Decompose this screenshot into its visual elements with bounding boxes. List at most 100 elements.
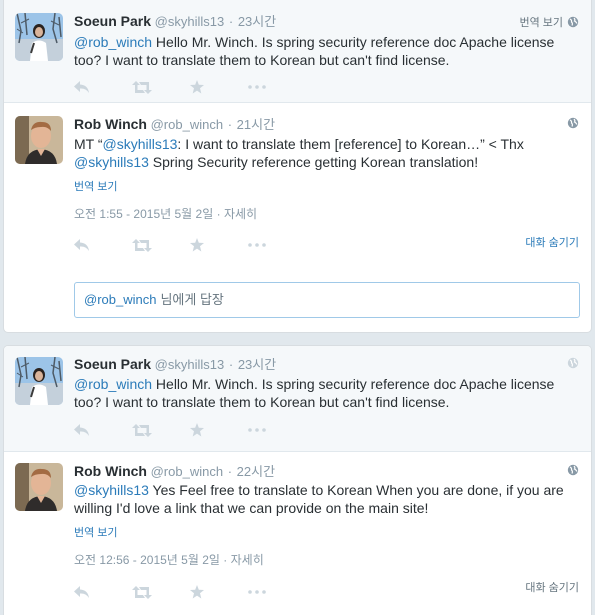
- timestamp-link[interactable]: 21시간: [237, 117, 275, 132]
- conversation-card-2: Soeun Park @skyhills13 · 23시간 @rob_winch…: [3, 345, 592, 615]
- mention-link[interactable]: @rob_winch: [74, 376, 152, 392]
- avatar-rob-winch[interactable]: [15, 116, 63, 164]
- username[interactable]: @rob_winch: [151, 117, 223, 132]
- tweet-body: MT “: [74, 136, 103, 152]
- translate-tweet-link[interactable]: 번역 보기: [74, 524, 118, 540]
- tweet-header: Soeun Park @skyhills13 · 23시간: [74, 13, 276, 30]
- tweet-body: Spring Security reference getting Korean…: [148, 154, 479, 170]
- tweet-top-right: [567, 117, 579, 129]
- favorite-icon: [190, 238, 204, 252]
- more-icon: [248, 85, 266, 89]
- reply-mention: @rob_winch: [84, 292, 157, 307]
- tweet-soeun-park-2[interactable]: Soeun Park @skyhills13 · 23시간 @rob_winch…: [4, 346, 591, 451]
- tweet-actions: [74, 422, 306, 438]
- favorite-button[interactable]: [190, 584, 248, 600]
- more-icon: [248, 428, 266, 432]
- favorite-button[interactable]: [190, 237, 248, 253]
- favorite-icon: [190, 80, 204, 94]
- mention-link[interactable]: @skyhills13: [74, 482, 149, 498]
- retweet-icon: [132, 585, 152, 599]
- reply-button[interactable]: [74, 584, 132, 600]
- tweet-metadata: 오전 12:56 - 2015년 5월 2일 · 자세히: [74, 551, 264, 568]
- tweet-actions: [74, 584, 306, 600]
- collapse-conversation-link[interactable]: 대화 숨기기: [525, 579, 579, 595]
- tweet-actions: [74, 79, 306, 95]
- retweet-icon: [132, 80, 152, 94]
- more-button[interactable]: [248, 584, 306, 600]
- tweet-text: MT “@skyhills13: I want to translate the…: [74, 135, 574, 171]
- tweet-actions: [74, 237, 306, 253]
- username[interactable]: @skyhills13: [155, 14, 225, 29]
- separator-dot: ·: [216, 207, 224, 221]
- tweet-metadata: 오전 1:55 - 2015년 5월 2일 · 자세히: [74, 205, 257, 222]
- more-icon: [248, 590, 266, 594]
- reply-placeholder: 님에게 답장: [160, 292, 224, 307]
- tweet-soeun-park-1[interactable]: Soeun Park @skyhills13 · 23시간 번역 보기 @rob…: [4, 0, 591, 102]
- username[interactable]: @skyhills13: [155, 357, 225, 372]
- separator-dot: ·: [227, 464, 233, 479]
- mention-link[interactable]: @rob_winch: [74, 34, 152, 50]
- tweet-rob-winch-1[interactable]: Rob Winch @rob_winch · 21시간 MT “@skyhill…: [4, 102, 591, 332]
- reply-icon: [74, 585, 89, 598]
- full-timestamp[interactable]: 오전 1:55 - 2015년 5월 2일: [74, 207, 213, 221]
- timestamp-link[interactable]: 22시간: [237, 464, 275, 479]
- retweet-icon: [132, 423, 152, 437]
- reply-button[interactable]: [74, 79, 132, 95]
- mention-link[interactable]: @skyhills13: [74, 154, 149, 170]
- tweet-header: Soeun Park @skyhills13 · 23시간: [74, 356, 276, 373]
- tweet-text: @rob_winch Hello Mr. Winch. Is spring se…: [74, 375, 574, 411]
- tweet-text: @skyhills13 Yes Feel free to translate t…: [74, 481, 574, 517]
- avatar-rob-winch[interactable]: [15, 463, 63, 511]
- translate-tweet-link[interactable]: 번역 보기: [519, 14, 563, 30]
- conversation-card-1: Soeun Park @skyhills13 · 23시간 번역 보기 @rob…: [3, 0, 592, 333]
- separator-dot: ·: [228, 14, 234, 29]
- full-timestamp[interactable]: 오전 12:56 - 2015년 5월 2일: [74, 553, 220, 567]
- retweet-button[interactable]: [132, 422, 190, 438]
- fullname[interactable]: Soeun Park: [74, 356, 151, 372]
- retweet-button[interactable]: [132, 237, 190, 253]
- reply-button[interactable]: [74, 422, 132, 438]
- tweet-top-right: [567, 357, 579, 369]
- fullname[interactable]: Soeun Park: [74, 13, 151, 29]
- fullname[interactable]: Rob Winch: [74, 463, 147, 479]
- separator-dot: ·: [228, 357, 234, 372]
- retweet-icon: [132, 238, 152, 252]
- details-link[interactable]: 자세히: [231, 553, 264, 567]
- reply-input[interactable]: @rob_winch 님에게 답장: [74, 282, 580, 318]
- globe-icon: [567, 357, 579, 369]
- tweet-rob-winch-2[interactable]: Rob Winch @rob_winch · 22시간 @skyhills13 …: [4, 451, 591, 615]
- reply-icon: [74, 80, 89, 93]
- separator-dot: ·: [223, 553, 231, 567]
- separator-dot: ·: [227, 117, 233, 132]
- more-button[interactable]: [248, 422, 306, 438]
- reply-button[interactable]: [74, 237, 132, 253]
- more-button[interactable]: [248, 237, 306, 253]
- favorite-icon: [190, 423, 204, 437]
- timestamp-link[interactable]: 23시간: [238, 14, 276, 29]
- reply-icon: [74, 423, 89, 436]
- avatar-soeun-park[interactable]: [15, 357, 63, 405]
- globe-icon: [567, 117, 579, 129]
- collapse-conversation-link[interactable]: 대화 숨기기: [525, 234, 579, 250]
- tweet-header: Rob Winch @rob_winch · 21시간: [74, 116, 275, 133]
- tweet-top-right: 번역 보기: [519, 14, 579, 30]
- fullname[interactable]: Rob Winch: [74, 116, 147, 132]
- retweet-button[interactable]: [132, 79, 190, 95]
- retweet-button[interactable]: [132, 584, 190, 600]
- username[interactable]: @rob_winch: [151, 464, 223, 479]
- details-link[interactable]: 자세히: [224, 207, 257, 221]
- tweet-top-right: [567, 464, 579, 476]
- avatar-soeun-park[interactable]: [15, 13, 63, 61]
- tweet-text: @rob_winch Hello Mr. Winch. Is spring se…: [74, 33, 574, 69]
- timestamp-link[interactable]: 23시간: [238, 357, 276, 372]
- globe-icon: [567, 16, 579, 28]
- favorite-icon: [190, 585, 204, 599]
- translate-tweet-link[interactable]: 번역 보기: [74, 178, 118, 194]
- tweet-body: : I want to translate them [reference] t…: [177, 136, 524, 152]
- more-icon: [248, 243, 266, 247]
- tweet-header: Rob Winch @rob_winch · 22시간: [74, 463, 275, 480]
- favorite-button[interactable]: [190, 422, 248, 438]
- mention-link[interactable]: @skyhills13: [103, 136, 178, 152]
- more-button[interactable]: [248, 79, 306, 95]
- favorite-button[interactable]: [190, 79, 248, 95]
